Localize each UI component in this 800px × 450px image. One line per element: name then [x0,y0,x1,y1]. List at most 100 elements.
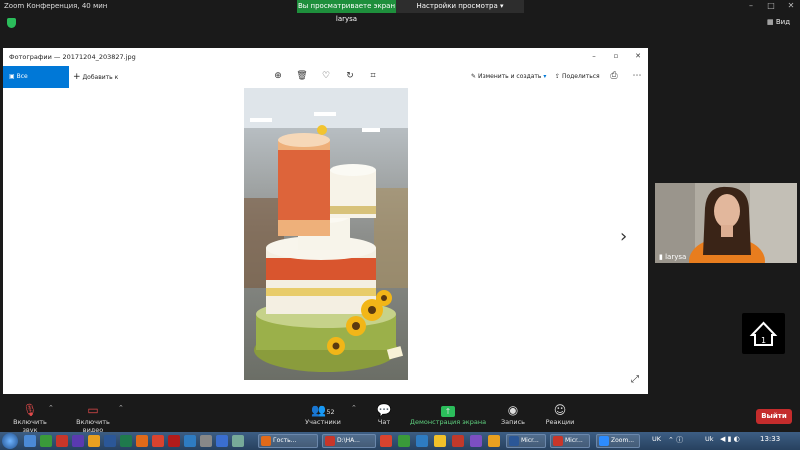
video-off-icon: ▭ [87,403,99,417]
zoom-in-icon[interactable]: ⊕ [272,70,284,82]
edit-create-button[interactable]: ✎ Изменить и создать ▾ [471,66,546,88]
participant-video[interactable] [655,183,797,263]
share-icon: ⇪ [555,73,561,80]
app-icon[interactable] [398,435,410,447]
app-icon[interactable] [120,435,132,447]
delete-icon[interactable]: 🗑 [296,70,308,82]
clock[interactable]: 13:33 [760,435,780,443]
photos-minimize-icon[interactable]: – [587,50,601,62]
zoom-toolbar: 🎙 Включить звук ⌃ ▭ Включить видео ⌃ 👥52 Уч… [0,398,800,434]
all-photos-label: Все фотографии [9,73,49,102]
photos-window: Фотографии — 20171204_203827.jpg – ▫ ✕ ▣… [3,48,648,394]
app-icon[interactable] [56,435,68,447]
quicklaunch-icon[interactable] [24,435,36,447]
heart-icon[interactable]: ♡ [320,70,332,82]
muted-mic-icon: 🎙 [22,403,38,417]
app-icon[interactable] [452,435,464,447]
app-icon[interactable] [88,435,100,447]
windows-taskbar: Гость... D:\HA... Micr... Micr... Zoom..… [0,432,800,450]
app-icon[interactable] [488,435,500,447]
share-screen-icon: ↑ [408,402,488,418]
chrome-icon[interactable] [152,435,164,447]
share-label: Поделиться [561,73,600,80]
word-icon[interactable] [104,435,116,447]
record-button[interactable]: ◉ Запись [496,402,530,426]
taskbar-item[interactable]: Гость... [258,434,318,448]
expand-icon[interactable]: ⤢ [631,374,639,385]
share-screen-label: Демонстрация экрана [409,418,487,426]
start-video-button[interactable]: ▭ Включить видео [66,402,120,434]
share-screen-button[interactable]: ↑ Демонстрация экрана [408,402,488,426]
print-icon[interactable]: ⎙ [608,70,620,82]
share-button[interactable]: ⇪ Поделиться [555,66,600,88]
participants-label: Участники [305,418,341,426]
close-icon[interactable]: ✕ [784,0,798,12]
app-icon[interactable] [416,435,428,447]
video-options-chevron-icon[interactable]: ⌃ [118,404,124,412]
view-button[interactable]: ▦ Вид [767,18,790,26]
leave-button[interactable]: Выйти [756,409,792,424]
add-to-label: Добавить к [82,74,119,81]
powerpoint-icon [553,436,563,446]
tray-icons[interactable]: ⌃ ⓘ [668,435,683,445]
taskbar-item-label: Micr... [521,437,539,444]
reactions-button[interactable]: ☺ Реакции [542,402,578,426]
app-icon[interactable] [434,435,446,447]
more-icon[interactable]: ⋯ [631,70,643,82]
volume-network-icons[interactable]: ◀ ▮ ◐ [720,435,740,443]
taskbar-item[interactable]: D:\HA... [322,434,376,448]
svg-text:1: 1 [761,336,766,345]
maximize-icon[interactable]: □ [764,0,778,12]
record-label: Запись [500,418,526,426]
unmute-button[interactable]: 🎙 Включить звук [6,402,54,434]
minimize-icon[interactable]: – [744,0,758,12]
participants-count: 52 [326,408,335,416]
app-icon[interactable] [184,435,196,447]
app-icon[interactable] [216,435,228,447]
edit-icon: ✎ [471,73,477,80]
taskbar-item-label: Zoom... [611,437,635,444]
signal-icon: ▮ [659,253,663,261]
keyboard-layout-indicator[interactable]: Uk [705,435,714,443]
view-options-label: Настройки просмотра [416,2,498,10]
rotate-icon[interactable]: ↻ [344,70,356,82]
window-title: Zoom Конференция, 40 мин [4,2,108,10]
all-photos-button[interactable]: ▣ Все фотографии [3,66,69,102]
language-indicator[interactable]: UK [652,435,661,443]
security-shield-icon[interactable] [7,18,16,28]
app-icon[interactable] [200,435,212,447]
excel-icon[interactable] [40,435,52,447]
view-options-dropdown[interactable]: Настройки просмотра ▾ [396,0,524,13]
taskbar-item-label: D:\HA... [337,437,360,444]
audio-options-chevron-icon[interactable]: ⌃ [48,404,54,412]
app-icon[interactable] [168,435,180,447]
floating-app-icon[interactable]: 1 [742,313,785,354]
app-icon [325,436,335,446]
chat-button[interactable]: 💬 Чат [370,402,398,426]
app-icon[interactable] [72,435,84,447]
firefox-icon [261,436,271,446]
app-icon[interactable] [232,435,244,447]
viber-icon[interactable] [470,435,482,447]
start-button-icon[interactable] [2,433,18,449]
firefox-icon[interactable] [136,435,148,447]
participant-name-tag: ▮ larysa [659,253,686,261]
participants-button[interactable]: 👥52 Участники [304,402,342,426]
chat-icon: 💬 [376,403,392,417]
photos-maximize-icon[interactable]: ▫ [609,50,623,62]
word-icon [509,436,519,446]
participants-icon: 👥52 [311,403,335,417]
zoom-icon [599,436,609,446]
next-photo-arrow-icon[interactable]: › [620,226,627,247]
participants-chevron-icon[interactable]: ⌃ [351,404,357,412]
grid-icon: ▦ [767,18,774,26]
photos-close-icon[interactable]: ✕ [631,50,645,62]
taskbar-item[interactable]: Micr... [550,434,590,448]
add-to-button[interactable]: + Добавить к [73,66,118,88]
crop-icon[interactable]: ⌗ [367,70,379,82]
photos-icon: ▣ [9,73,15,80]
taskbar-item[interactable]: Micr... [506,434,546,448]
taskbar-item[interactable]: Zoom... [596,434,640,448]
app-icon[interactable] [380,435,392,447]
record-icon: ◉ [507,403,519,417]
